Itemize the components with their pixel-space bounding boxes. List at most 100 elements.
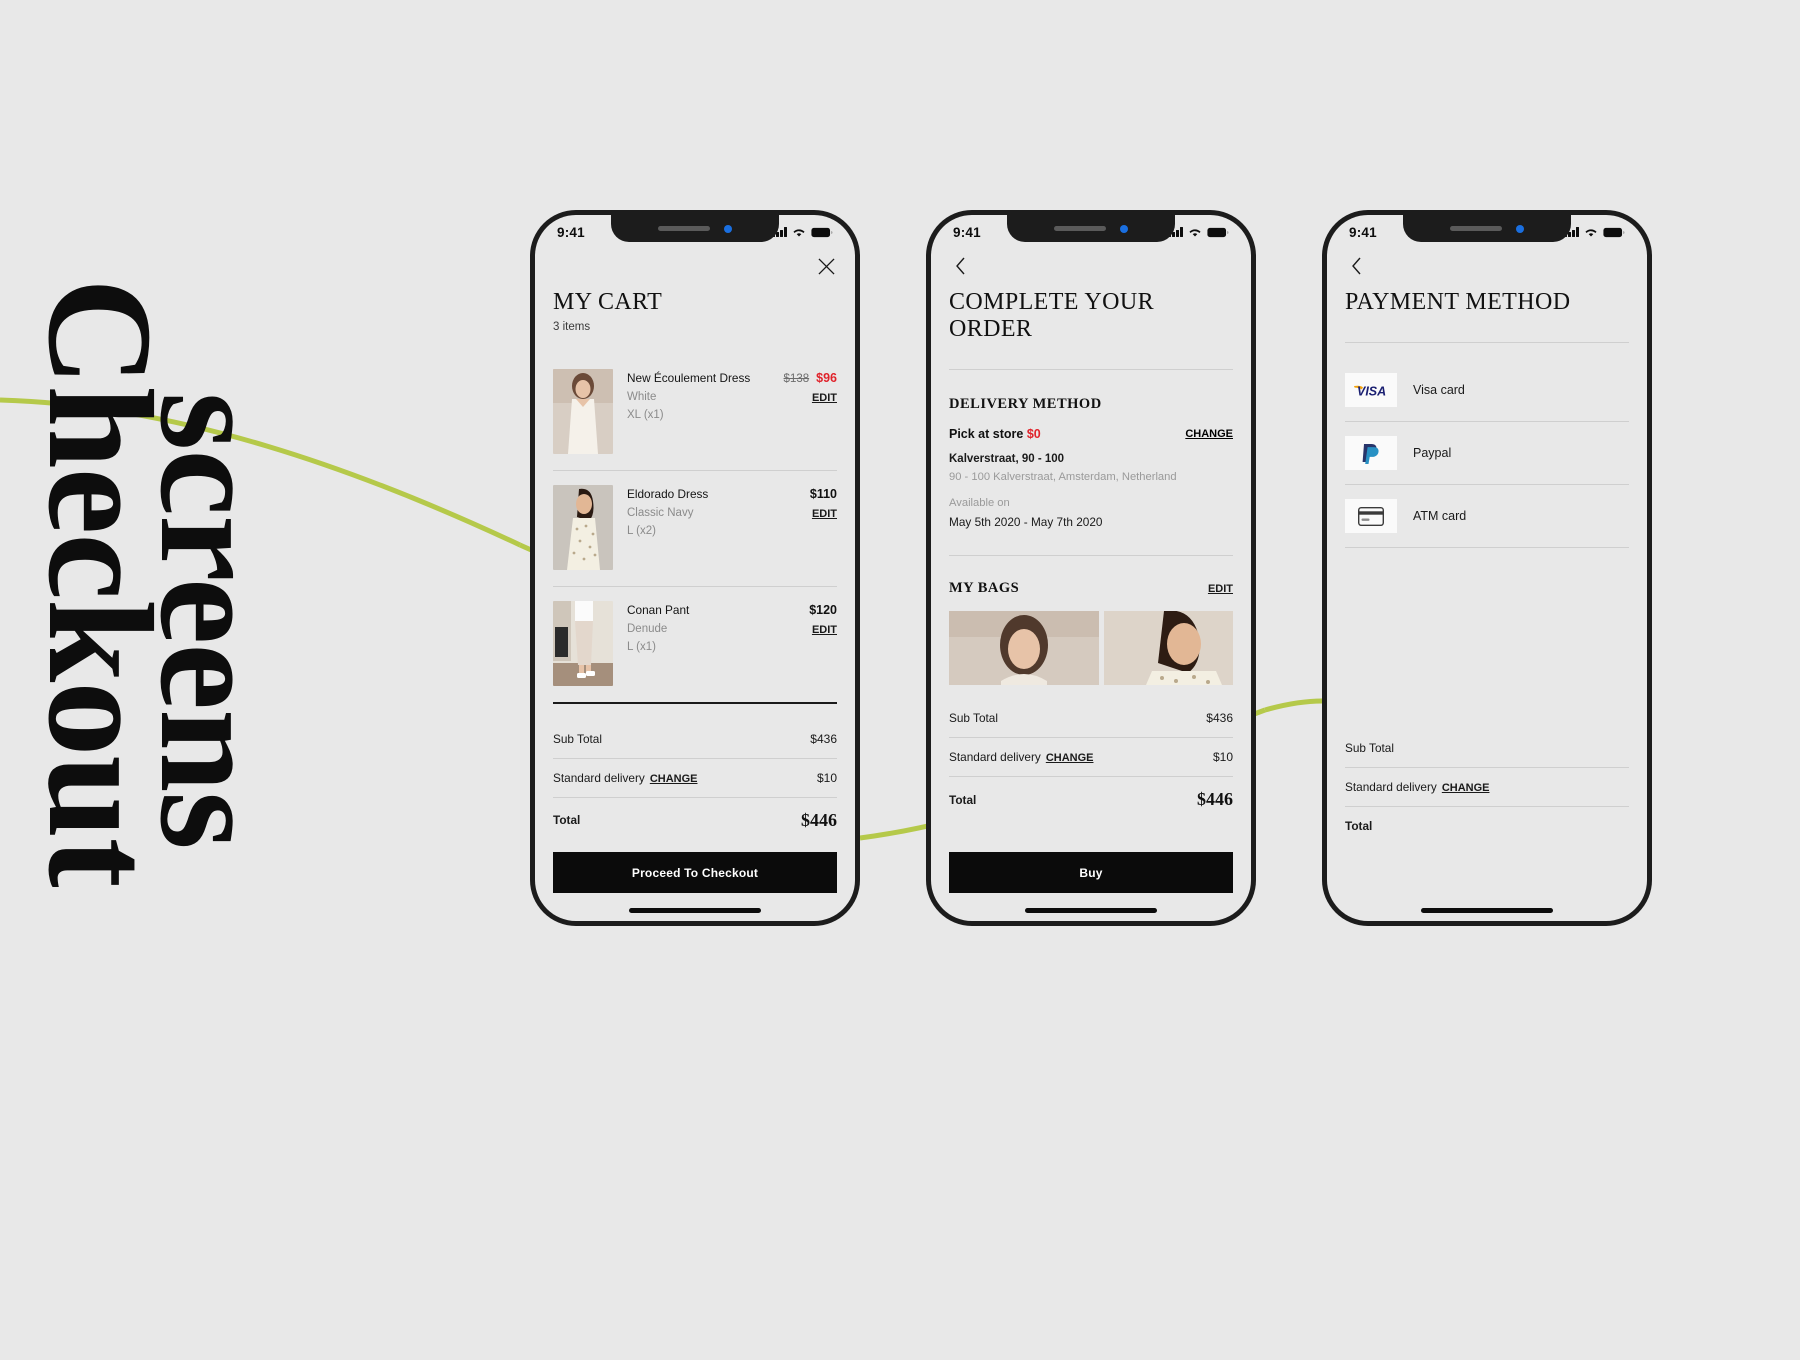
battery-icon [811, 227, 833, 237]
paypal-logo-icon [1345, 436, 1397, 470]
delivery-price: $0 [1026, 427, 1041, 441]
phone-notch [1403, 215, 1571, 242]
total-value: $446 [801, 809, 837, 830]
table-row[interactable]: New Écoulement Dress White XL (x1) $138 … [553, 355, 837, 470]
product-size: L (x2) [627, 525, 656, 537]
bags-section-head: MY BAGS EDIT [949, 580, 1233, 597]
product-thumbnail [553, 485, 613, 570]
product-color: Denude [627, 623, 668, 635]
cart-screen: 9:41 MY CART 3 items New Écoulement Dres… [535, 215, 855, 921]
product-color: White [627, 391, 657, 403]
price-current: $110 [809, 487, 837, 501]
subtotal-value: $436 [1206, 711, 1233, 725]
total-value: $446 [1197, 789, 1233, 809]
delivery-option-text: Pick at store [949, 427, 1024, 441]
total-label: Total [553, 813, 581, 827]
phone-mockup-cart: 9:41 MY CART 3 items New Écoulement Dres… [530, 210, 860, 926]
delivery-section-title: DELIVERY METHOD [949, 396, 1102, 412]
delivery-row: Standard delivery CHANGE $10 [553, 759, 837, 797]
subtotal-row: Sub Total $436 [949, 699, 1233, 737]
divider [949, 555, 1233, 556]
availability-label: Available on [949, 497, 1010, 509]
payment-totals: Sub Total Standard delivery CHANGE Total [1345, 729, 1629, 845]
store-name: Kalverstraat, 90 - 100 [949, 453, 1065, 465]
chevron-left-icon[interactable] [1345, 255, 1367, 277]
svg-text:VISA: VISA [1357, 384, 1386, 398]
payment-method-label: Visa card [1413, 383, 1465, 397]
edit-item-link[interactable]: EDIT [812, 392, 837, 404]
edit-item-link[interactable]: EDIT [812, 624, 837, 636]
delivery-option-label: Pick at store $0 [949, 427, 1041, 441]
delivery-label-text: Standard delivery [949, 750, 1041, 764]
total-label: Total [1345, 819, 1373, 833]
home-indicator [629, 908, 761, 913]
payment-method-label: Paypal [1413, 446, 1452, 460]
total-label: Total [949, 792, 977, 807]
price-original: $138 [783, 373, 810, 385]
change-delivery-link[interactable]: CHANGE [1046, 752, 1094, 764]
total-row: Total $446 [553, 798, 837, 843]
page-title: COMPLETE YOUR ORDER [949, 289, 1154, 342]
proceed-to-checkout-button[interactable]: Proceed To Checkout [553, 852, 837, 893]
delivery-label: Standard delivery CHANGE [949, 750, 1093, 764]
subtotal-row: Sub Total $436 [553, 710, 837, 758]
store-address: 90 - 100 Kalverstraat, Amsterdam, Nether… [949, 471, 1177, 483]
product-info: New Écoulement Dress White XL (x1) [627, 369, 770, 454]
chevron-left-icon[interactable] [949, 255, 971, 277]
cart-item-count: 3 items [553, 321, 591, 333]
product-info: Eldorado Dress Classic Navy L (x2) [627, 485, 796, 570]
edit-item-link[interactable]: EDIT [812, 508, 837, 520]
divider [1345, 342, 1629, 343]
subtotal-value: $436 [810, 731, 837, 746]
close-icon[interactable] [815, 255, 837, 277]
phone-mockup-payment: 9:41 PAYMENT METHOD VISA Visa card Paypa… [1322, 210, 1652, 926]
total-row: Total [1345, 807, 1629, 845]
bags-section-title: MY BAGS [949, 580, 1020, 596]
phone-mockup-order: 9:41 COMPLETE YOUR ORDER DELIVERY METHOD… [926, 210, 1256, 926]
buy-button[interactable]: Buy [949, 852, 1233, 893]
table-row[interactable]: Conan Pant Denude L (x1) $120 EDIT [553, 587, 837, 702]
change-delivery-link[interactable]: CHANGE [650, 773, 698, 785]
poster-headline: Checkout screens [0, 0, 420, 1000]
delivery-label: Standard delivery CHANGE [553, 771, 697, 785]
order-totals: Sub Total $436 Standard delivery CHANGE $… [949, 699, 1233, 822]
page-title: MY CART [553, 289, 663, 315]
product-price-block: $120 EDIT [809, 601, 837, 686]
subtotal-label: Sub Total [553, 731, 602, 746]
visa-logo-icon: VISA [1345, 373, 1397, 407]
bag-image[interactable] [949, 611, 1099, 685]
payment-method-label: ATM card [1413, 509, 1467, 523]
delivery-value: $10 [816, 770, 837, 785]
subtotal-label: Sub Total [949, 711, 998, 725]
phone-notch [1007, 215, 1175, 242]
delivery-option-row: Pick at store $0 CHANGE [949, 427, 1233, 441]
payment-method-visa[interactable]: VISA Visa card [1345, 359, 1629, 421]
payment-content: PAYMENT METHOD VISA Visa card Paypal ATM… [1327, 249, 1647, 921]
total-row: Total $446 [949, 777, 1233, 822]
order-content: COMPLETE YOUR ORDER DELIVERY METHOD Pick… [931, 249, 1251, 921]
status-time: 9:41 [953, 224, 981, 240]
front-camera-icon [1120, 224, 1128, 233]
delivery-value: $10 [1212, 750, 1233, 764]
cart-topbar [553, 249, 837, 283]
cart-content: MY CART 3 items New Écoulement Dress Whi… [535, 249, 855, 921]
change-delivery-link[interactable]: CHANGE [1185, 428, 1233, 440]
phone-notch [611, 215, 779, 242]
delivery-row: Standard delivery CHANGE [1345, 768, 1629, 806]
payment-method-paypal[interactable]: Paypal [1345, 422, 1629, 484]
wifi-icon [1585, 228, 1597, 237]
product-name: Conan Pant [627, 603, 690, 617]
table-row[interactable]: Eldorado Dress Classic Navy L (x2) $110 … [553, 471, 837, 586]
payment-methods-list: VISA Visa card Paypal ATM card [1345, 359, 1629, 548]
home-indicator [1025, 908, 1157, 913]
edit-bags-link[interactable]: EDIT [1208, 583, 1233, 595]
bags-thumbnails [949, 611, 1233, 685]
product-name: Eldorado Dress [627, 487, 709, 501]
poster-canvas: Checkout screens 9:41 MY CART 3 items Ne… [0, 0, 1800, 1360]
payment-method-atm[interactable]: ATM card [1345, 485, 1629, 547]
front-camera-icon [1516, 224, 1524, 233]
bag-image[interactable] [1104, 611, 1233, 685]
change-delivery-link[interactable]: CHANGE [1442, 782, 1490, 794]
product-thumbnail [553, 601, 613, 686]
product-thumbnail [553, 369, 613, 454]
